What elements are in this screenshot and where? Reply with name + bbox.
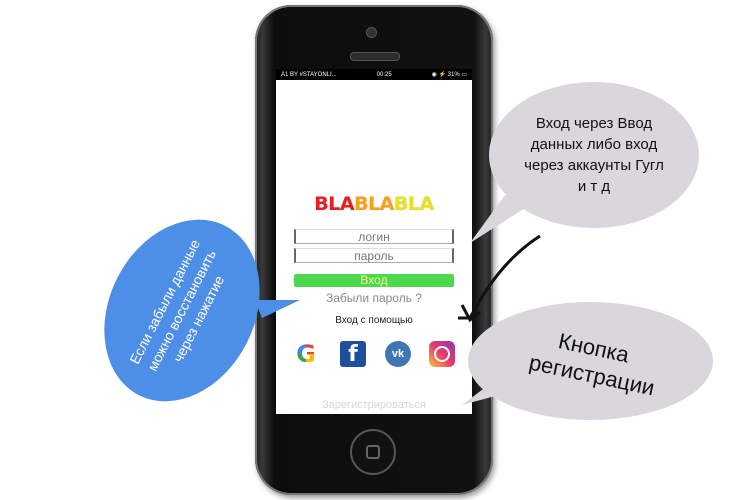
register-note: Кнопка регистрации [526,328,657,401]
social-login-note: Вход через Ввод данных либо вход через а… [524,115,664,195]
register-note-bubble: Кнопка регистрации [468,302,713,420]
bubble-tail-blue [255,300,300,318]
forgot-note: Если забыли данные можно восстановить че… [126,236,228,374]
annotation-graphics [255,195,541,405]
arrow-line [468,234,541,319]
social-login-note-bubble: Вход через Ввод данных либо вход через а… [489,82,699,228]
